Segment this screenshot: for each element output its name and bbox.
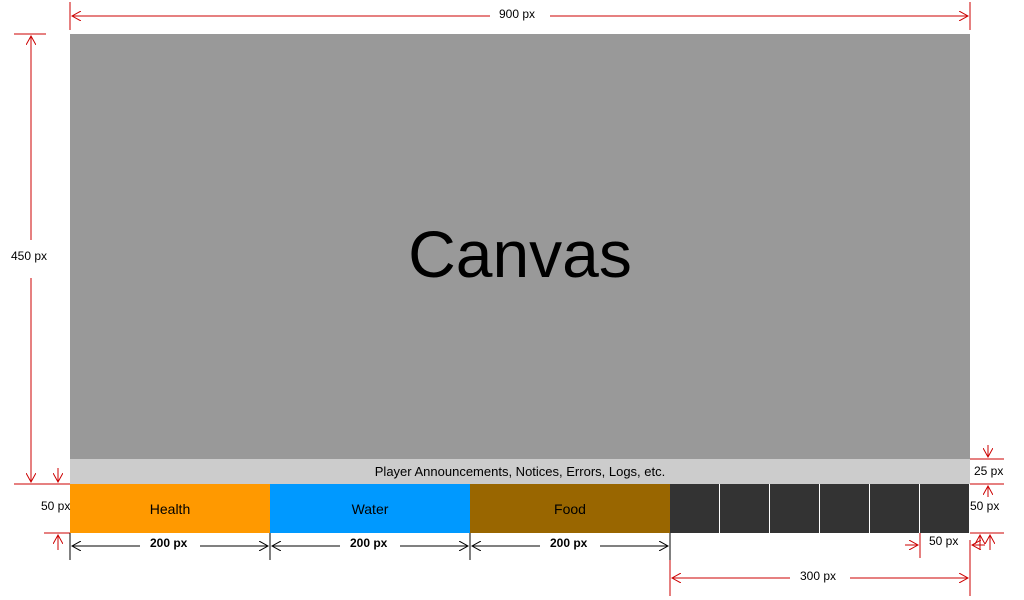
game-canvas[interactable]: Canvas <box>70 34 970 459</box>
inventory-slot-1[interactable] <box>670 484 719 533</box>
dim-total-width: 900 px <box>496 7 539 21</box>
announcement-label: Player Announcements, Notices, Errors, L… <box>374 464 666 479</box>
inventory-slot-4[interactable] <box>820 484 869 533</box>
dim-inventory-width: 300 px <box>797 569 840 583</box>
inventory-slot-6[interactable] <box>920 484 969 533</box>
food-label: Food <box>554 500 586 517</box>
inventory-slot-3[interactable] <box>770 484 819 533</box>
water-label: Water <box>351 500 389 517</box>
dim-slot-width: 50 px <box>929 534 959 548</box>
health-bar: Health <box>70 484 270 533</box>
canvas-label: Canvas <box>408 216 632 291</box>
dim-health-width: 200 px <box>147 536 191 550</box>
dim-bar-height-left: 50 px <box>41 499 71 513</box>
dim-canvas-height: 450 px <box>8 249 51 263</box>
water-bar: Water <box>270 484 470 533</box>
dim-water-width: 200 px <box>347 536 391 550</box>
inventory-slot-2[interactable] <box>720 484 769 533</box>
dim-announcement-height: 25 px <box>974 464 1004 478</box>
dim-food-width: 200 px <box>547 536 591 550</box>
announcement-bar: Player Announcements, Notices, Errors, L… <box>70 459 970 484</box>
inventory-slot-5[interactable] <box>870 484 919 533</box>
dim-bar-height-right: 50 px <box>970 499 1000 513</box>
health-label: Health <box>149 500 191 517</box>
food-bar: Food <box>470 484 670 533</box>
